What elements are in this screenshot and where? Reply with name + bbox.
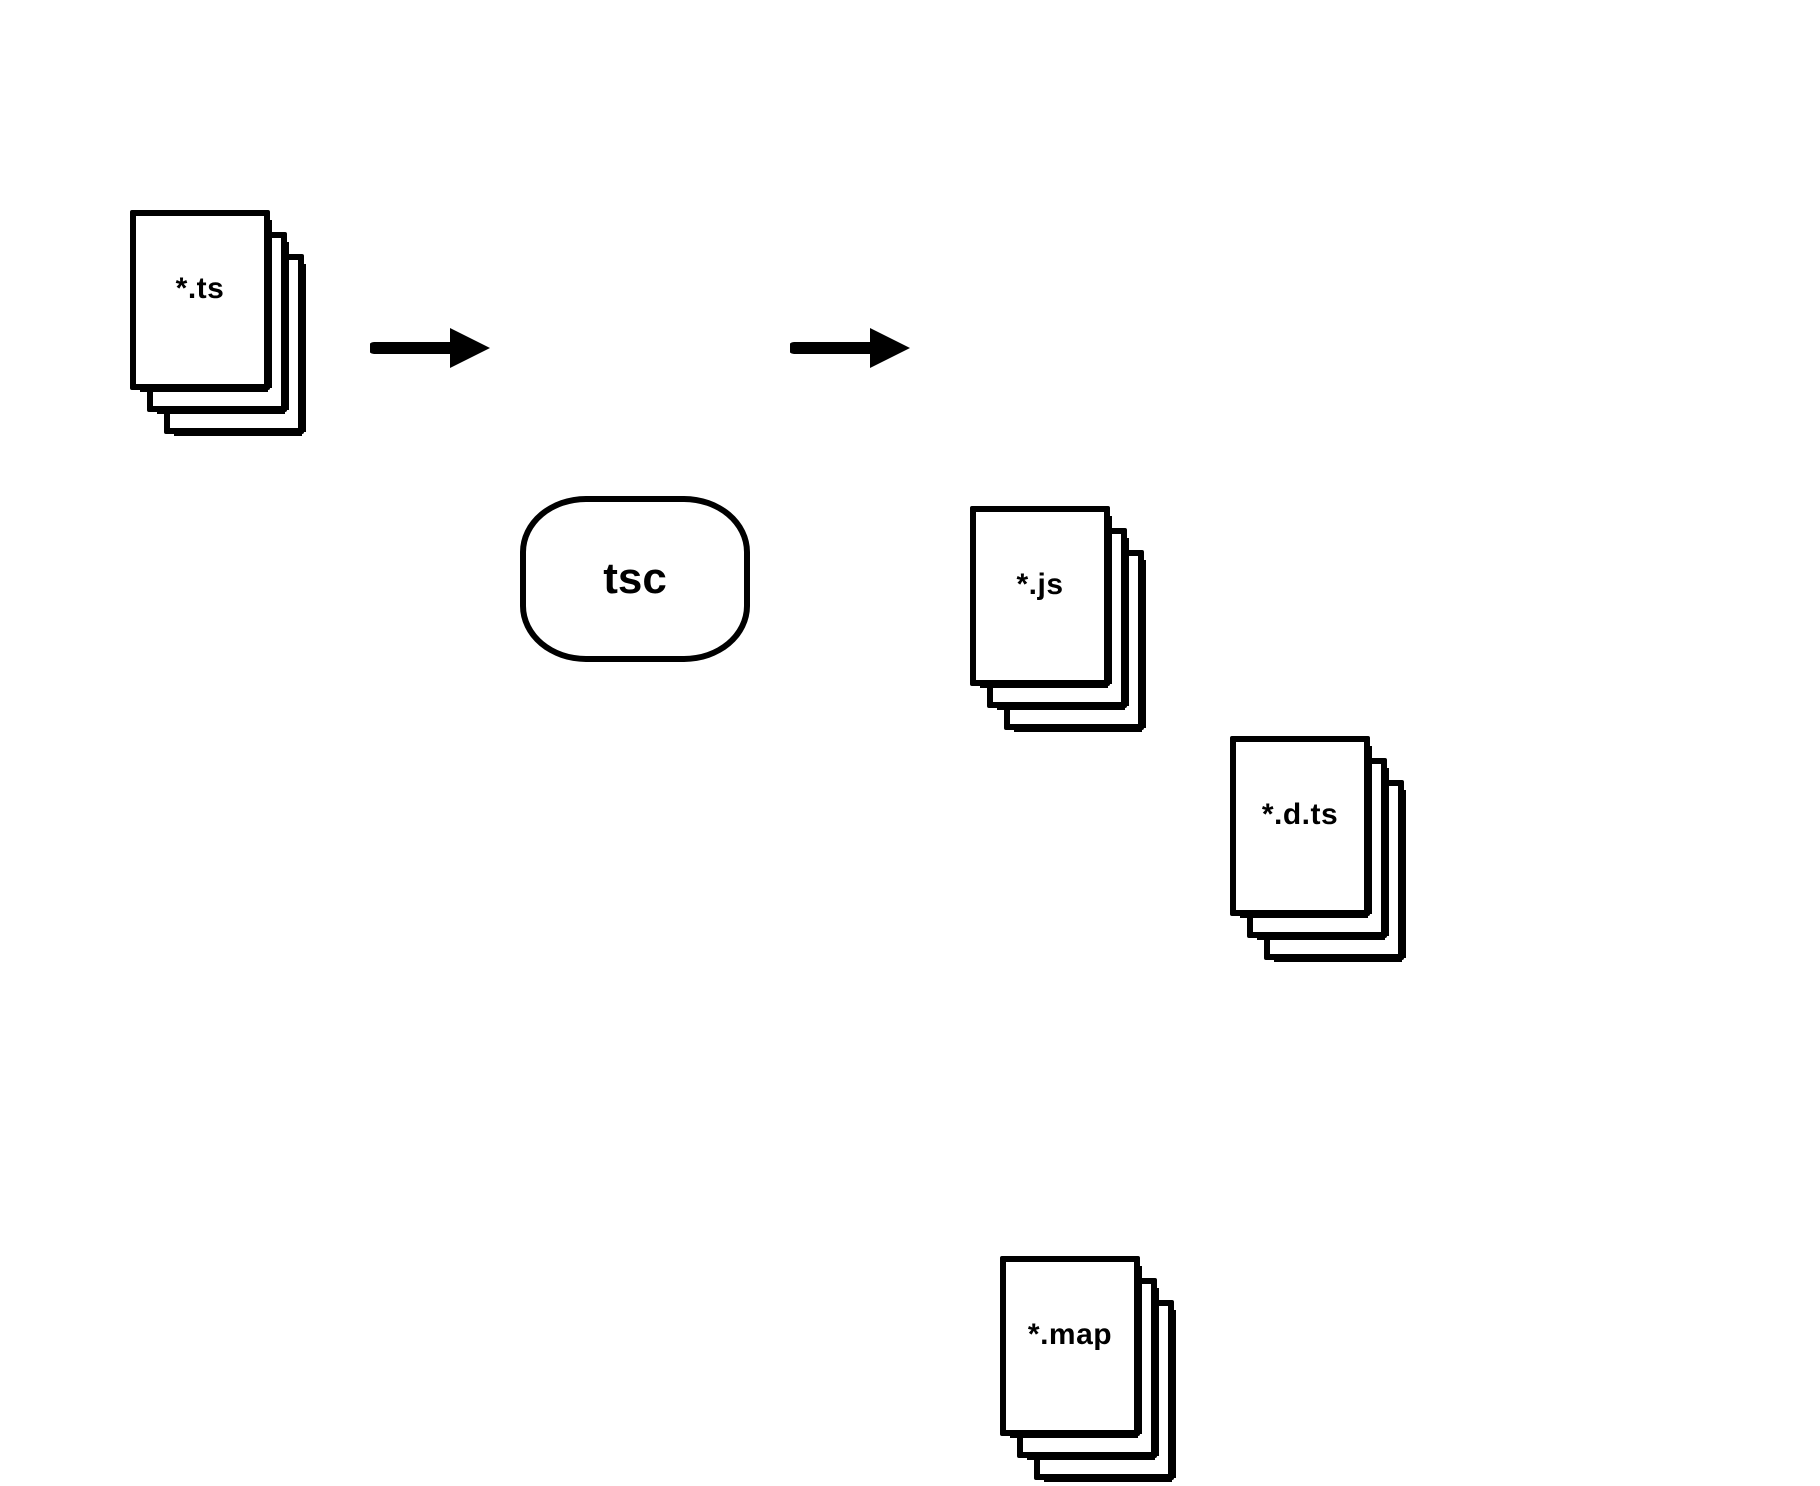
compiler-label: tsc [526, 554, 744, 604]
output-dts-stack: *.d.ts [1230, 736, 1410, 966]
file-icon: *.ts [130, 210, 270, 390]
file-icon: *.d.ts [1230, 736, 1370, 916]
output-map-label: *.map [1006, 1318, 1134, 1352]
diagram: *.ts tsc *.js *.d.ts [0, 0, 1820, 868]
output-js-stack: *.js [970, 506, 1150, 736]
output-js-label: *.js [976, 568, 1104, 602]
output-map-stack: *.map [1000, 1256, 1180, 1486]
arrow-icon [790, 318, 910, 378]
arrow-icon [370, 318, 490, 378]
input-files-stack: *.ts [130, 210, 310, 440]
output-dts-label: *.d.ts [1236, 798, 1364, 832]
input-files-label: *.ts [136, 272, 264, 306]
compiler-node: tsc [520, 496, 750, 662]
file-icon: *.map [1000, 1256, 1140, 1436]
file-icon: *.js [970, 506, 1110, 686]
